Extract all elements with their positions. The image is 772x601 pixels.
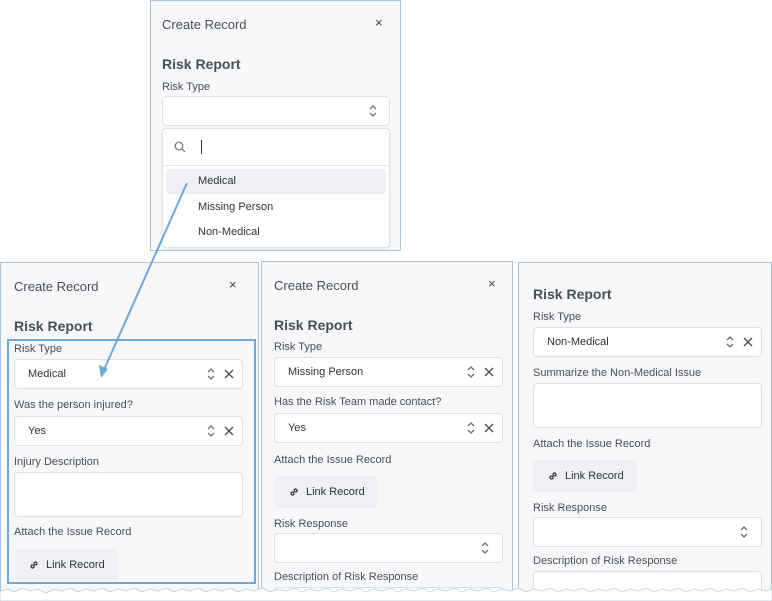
- flow-arrow: [99, 182, 188, 378]
- torn-edge: [0, 587, 772, 601]
- flow-arrow-head: [99, 365, 108, 378]
- flow-arrow-line: [102, 182, 188, 373]
